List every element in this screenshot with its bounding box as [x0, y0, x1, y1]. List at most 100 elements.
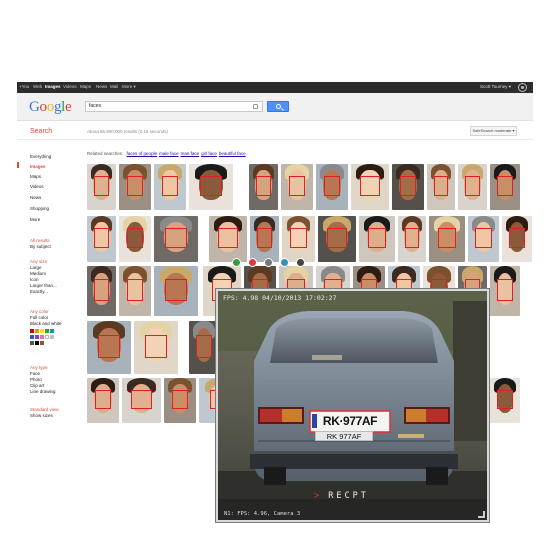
image-result-thumbnail[interactable] [249, 164, 278, 210]
image-result-thumbnail[interactable] [318, 216, 356, 262]
image-result-thumbnail[interactable] [458, 164, 487, 210]
topnav-item[interactable]: Images [45, 84, 61, 90]
image-result-thumbnail[interactable] [87, 266, 116, 316]
gear-icon[interactable] [519, 84, 526, 91]
color-swatch[interactable] [30, 341, 34, 345]
search-input[interactable]: faces [85, 101, 263, 112]
show-sizes-option[interactable]: Show sizes [30, 413, 53, 419]
related-search-link[interactable]: beautiful face [219, 151, 246, 156]
record-icon[interactable] [248, 258, 257, 267]
selected-type-marker [17, 162, 19, 168]
logo-letter: o [46, 99, 55, 115]
image-result-thumbnail[interactable] [490, 378, 520, 423]
sidebar-item[interactable]: More [30, 217, 40, 223]
related-search-link[interactable]: faces of people [127, 151, 158, 156]
image-result-thumbnail[interactable] [119, 266, 151, 316]
face-detection-box [288, 175, 306, 197]
image-result-thumbnail[interactable] [87, 378, 119, 423]
image-result-thumbnail[interactable] [119, 164, 151, 210]
image-result-thumbnail[interactable] [250, 216, 279, 262]
sidebar-item[interactable]: Images [30, 164, 46, 170]
camera-icon[interactable] [264, 258, 273, 267]
color-swatch[interactable] [50, 329, 54, 333]
color-swatch[interactable] [30, 329, 34, 333]
settings-icon[interactable] [296, 258, 305, 267]
image-result-thumbnail[interactable] [429, 216, 465, 262]
color-swatch[interactable] [35, 335, 39, 339]
face-detection-box [289, 227, 308, 249]
face-detection-box [93, 279, 110, 301]
image-result-thumbnail[interactable] [282, 216, 315, 262]
size-filter-option[interactable]: Exactly... [30, 289, 48, 295]
image-result-thumbnail[interactable] [134, 321, 178, 374]
topnav-item[interactable]: News [96, 84, 107, 90]
color-swatch[interactable] [45, 335, 49, 339]
sidebar-item[interactable]: Everything [30, 154, 51, 160]
topnav-item[interactable]: +You [19, 84, 29, 90]
color-swatch[interactable] [40, 329, 44, 333]
sidebar-item[interactable]: Shopping [30, 206, 49, 212]
search-button[interactable] [267, 101, 289, 112]
image-result-thumbnail[interactable] [427, 164, 455, 210]
color-swatch[interactable] [45, 329, 49, 333]
related-search-link[interactable]: man face [181, 151, 200, 156]
color-swatch[interactable] [35, 341, 39, 345]
face-detection-box [327, 227, 347, 249]
image-result-thumbnail[interactable] [398, 216, 426, 262]
topnav-item[interactable]: Mail [110, 84, 118, 90]
color-swatch[interactable] [50, 335, 54, 339]
image-result-thumbnail[interactable] [154, 164, 186, 210]
face-detection-box [164, 279, 188, 301]
image-result-thumbnail[interactable] [87, 164, 116, 210]
globe-icon[interactable] [280, 258, 289, 267]
image-result-thumbnail[interactable] [502, 216, 532, 262]
image-result-thumbnail[interactable] [316, 164, 348, 210]
image-result-thumbnail[interactable] [281, 164, 313, 210]
face-detection-box [509, 227, 525, 249]
image-result-thumbnail[interactable] [359, 216, 395, 262]
share-icon[interactable] [232, 258, 241, 267]
fps-timestamp-readout: FPS: 4.98 04/10/2013 17:02:27 [223, 294, 337, 302]
image-result-thumbnail[interactable] [189, 164, 233, 210]
face-detection-box [497, 175, 513, 197]
color-filter-option[interactable]: Black and white [30, 321, 62, 327]
image-result-thumbnail[interactable] [87, 321, 131, 374]
image-result-thumbnail[interactable] [490, 266, 520, 316]
related-search-link[interactable]: male face [159, 151, 179, 156]
image-result-thumbnail[interactable] [154, 266, 198, 316]
topnav-item[interactable]: More ▾ [122, 84, 136, 90]
type-filter-option[interactable]: Line drawing [30, 389, 56, 395]
resize-handle-icon[interactable] [478, 511, 485, 518]
results-count: About 65,900,000 results (0.15 seconds) [87, 129, 169, 134]
keyboard-icon[interactable] [253, 104, 258, 109]
image-result-thumbnail[interactable] [392, 164, 424, 210]
filter-by-subject[interactable]: By subject [30, 244, 51, 250]
user-account-menu[interactable]: Scott Tourney ▾ [480, 84, 511, 90]
color-swatch[interactable] [40, 335, 44, 339]
sidebar-item[interactable]: Videos [30, 184, 44, 190]
image-result-thumbnail[interactable] [209, 216, 247, 262]
face-detection-box [323, 175, 341, 197]
image-result-thumbnail[interactable] [189, 321, 219, 374]
image-result-thumbnail[interactable] [164, 378, 196, 423]
color-swatch[interactable] [35, 329, 39, 333]
image-result-thumbnail[interactable] [351, 164, 389, 210]
image-result-thumbnail[interactable] [154, 216, 198, 262]
image-result-thumbnail[interactable] [122, 378, 161, 423]
image-result-thumbnail[interactable] [119, 216, 151, 262]
color-swatch[interactable] [30, 335, 34, 339]
image-result-thumbnail[interactable] [468, 216, 499, 262]
safesearch-button[interactable]: SafeSearch moderate ▾ [470, 126, 517, 136]
topnav-item[interactable]: Maps [80, 84, 91, 90]
topnav-item[interactable]: Web [33, 84, 42, 90]
color-swatch[interactable] [40, 341, 44, 345]
image-result-thumbnail[interactable] [490, 164, 520, 210]
image-result-thumbnail[interactable] [87, 216, 116, 262]
topnav-item[interactable]: Videos [63, 84, 77, 90]
face-detection-box [97, 334, 121, 359]
sidebar-item[interactable]: News [30, 195, 41, 201]
sidebar-item[interactable]: Maps [30, 174, 41, 180]
related-search-link[interactable]: girl face [201, 151, 217, 156]
search-header: Google faces [17, 93, 533, 121]
google-logo[interactable]: Google [29, 99, 72, 115]
